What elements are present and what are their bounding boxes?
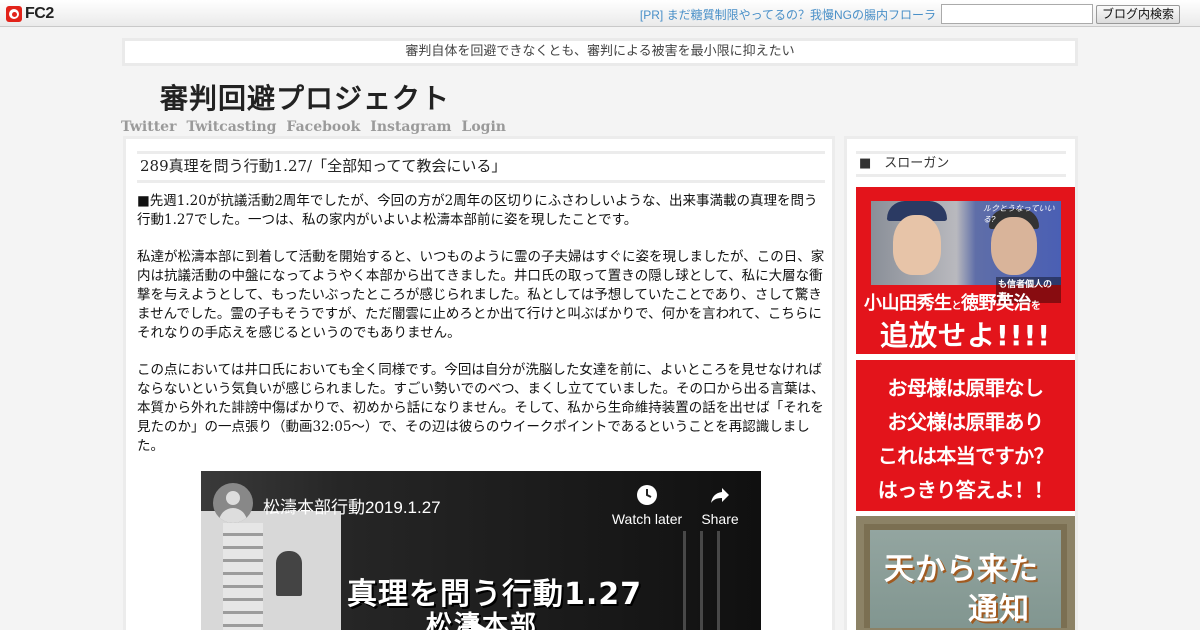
book-title-line2: 通知 (968, 592, 1030, 627)
watch-later-button[interactable]: Watch later (607, 483, 687, 527)
share-button[interactable]: Share (695, 483, 745, 527)
video-thumbnail-signs (669, 531, 729, 630)
banner-name-1: 小山田秀生 (864, 293, 952, 314)
sidebar: ■ スローガン ルクとうなっていいる? も信者個人の責 小山田秀生と徳野英治を … (844, 136, 1078, 630)
youtube-embed[interactable]: 松濤本部行動2019.1.27 Watch later Share 真理を問う行… (201, 471, 761, 630)
sidebar-section-title: ■ スローガン (856, 151, 1066, 177)
banner-particle: を (1031, 301, 1041, 312)
video-thumbnail-building (201, 511, 341, 630)
nav-link-twitcasting[interactable]: Twitcasting (186, 119, 276, 135)
nav-link-facebook[interactable]: Facebook (286, 119, 360, 135)
book-title-line1: 天から来た (884, 552, 1039, 587)
main-content: 289真理を問う行動1.27/「全部知ってて教会にいる」 ■先週1.20が抗議活… (123, 136, 835, 630)
banner-name-2: 徳野英治 (961, 293, 1032, 314)
play-icon[interactable] (471, 619, 487, 630)
nav-link-login[interactable]: Login (461, 119, 505, 135)
blog-search-input[interactable] (941, 4, 1093, 24)
entry-body: ■先週1.20が抗議活動2周年でしたが、今回の方が2周年の区切りにふさわしいよう… (137, 192, 827, 474)
slogan-banner-expel[interactable]: ルクとうなっていいる? も信者個人の責 小山田秀生と徳野英治を 追放せよ!!!! (856, 187, 1075, 354)
channel-avatar-icon[interactable] (213, 483, 253, 523)
entry-paragraph: ■先週1.20が抗議活動2周年でしたが、今回の方が2周年の区切りにふさわしいよう… (137, 193, 818, 228)
blog-search-button[interactable]: ブログ内検索 (1096, 5, 1180, 24)
slogan-banner-original-sin[interactable]: お母様は原罪なし お父様は原罪あり これは本当ですか？ はっきり答えよ！！ (856, 360, 1075, 511)
banner-photo: ルクとうなっていいる? も信者個人の責 (871, 201, 1061, 303)
banner-connector: と (951, 301, 962, 312)
social-nav: Twitter Twitcasting Facebook Instagram L… (121, 119, 506, 135)
banner2-line: はっきり答えよ！！ (877, 478, 1054, 502)
video-title[interactable]: 松濤本部行動2019.1.27 (263, 493, 441, 518)
banner-names: 小山田秀生と徳野英治を (864, 289, 1041, 315)
entry-title[interactable]: 289真理を問う行動1.27/「全部知ってて教会にいる」 (137, 151, 825, 183)
book-banner[interactable]: 天から来た 通知 (856, 516, 1075, 630)
pr-ad-link[interactable]: [PR] まだ糖質制限やってるの？我慢NGの腸内フローラ (640, 6, 936, 23)
clock-icon (635, 483, 659, 507)
fc2-header-bar: FC2 [PR] まだ糖質制限やってるの？我慢NGの腸内フローラ ブログ内検索 (0, 0, 1200, 27)
banner2-line: お母様は原罪なし (887, 376, 1045, 400)
blog-tagline: 審判自体を回避できなくとも、審判による被害を最小限に抑えたい (122, 38, 1078, 66)
blog-title[interactable]: 審判回避プロジェクト (160, 77, 450, 117)
watch-later-label: Watch later (611, 511, 683, 527)
entry-paragraph: 私達が松濤本部に到着して活動を開始すると、いつものように霊の子夫婦はすぐに姿を現… (137, 249, 825, 341)
share-arrow-icon (708, 483, 732, 507)
share-label: Share (701, 511, 739, 527)
video-thumbnail-person (276, 551, 302, 596)
banner2-line: これは本当ですか？ (877, 444, 1054, 468)
fc2-logo[interactable]: FC2 (6, 4, 54, 23)
banner-photo-face-left (893, 215, 941, 275)
banner-photo-caption: ルクとうなっていいる? (983, 204, 1055, 224)
fc2-logo-icon (6, 5, 22, 22)
banner-photo-face-right (991, 217, 1037, 275)
book-cover: 天から来た 通知 (870, 530, 1061, 628)
nav-link-twitter[interactable]: Twitter (121, 119, 176, 135)
entry-paragraph: この点においては井口氏においても全く同様です。今回は自分が洗脳した女達を前に、よ… (137, 362, 825, 454)
fc2-logo-text: FC2 (25, 4, 54, 22)
nav-link-instagram[interactable]: Instagram (370, 119, 451, 135)
banner-slogan: 追放せよ!!!! (879, 319, 1052, 352)
banner2-line: お父様は原罪あり (887, 410, 1045, 434)
